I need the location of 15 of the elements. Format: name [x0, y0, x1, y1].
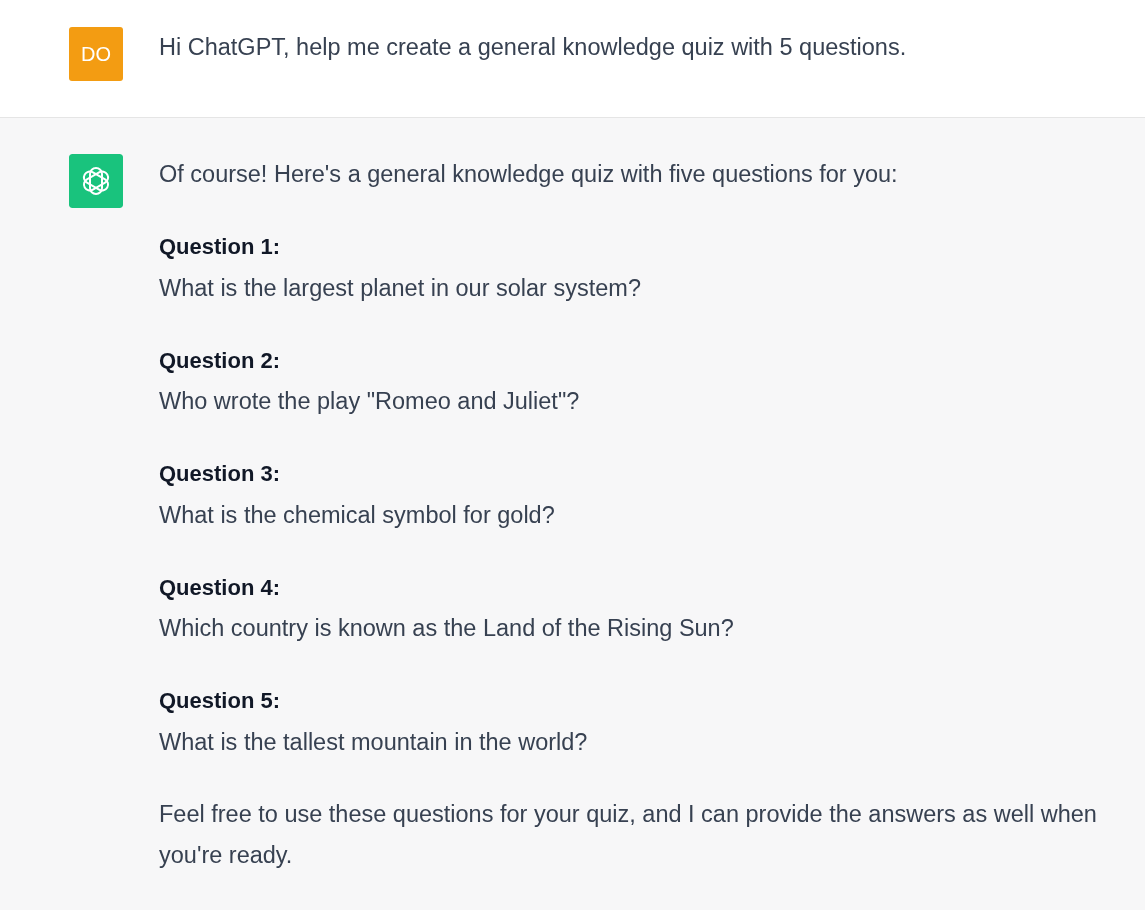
user-avatar: DO — [69, 27, 123, 81]
message-text: Feel free to use these questions for your quiz, and I can provide the answers as well when you're ready. — [159, 799, 1098, 870]
question-text: Who wrote the play "Romeo and Juliet"? — [159, 387, 580, 416]
question-label: Question 3: — [159, 460, 280, 488]
question-text: What is the tallest mountain in the world? — [159, 727, 588, 757]
question-label: Question 4: — [159, 573, 280, 602]
question-label: Question 1: — [159, 233, 280, 261]
question-text: Which country is known as the Land of the Rising Sun? — [159, 614, 734, 643]
message-text: Of course! Here's a general knowledge quiz with five questions for you: — [159, 160, 899, 189]
question-label: Question 5: — [159, 687, 280, 715]
question-label: Question 2: — [159, 346, 280, 375]
question-text: What is the chemical symbol for gold? — [159, 500, 555, 530]
message-text: Hi ChatGPT, help me create a general knowledge quiz with 5 questions. — [159, 33, 908, 62]
logo-icon — [69, 154, 123, 208]
question-text: What is the largest planet in our solar system? — [159, 273, 641, 303]
